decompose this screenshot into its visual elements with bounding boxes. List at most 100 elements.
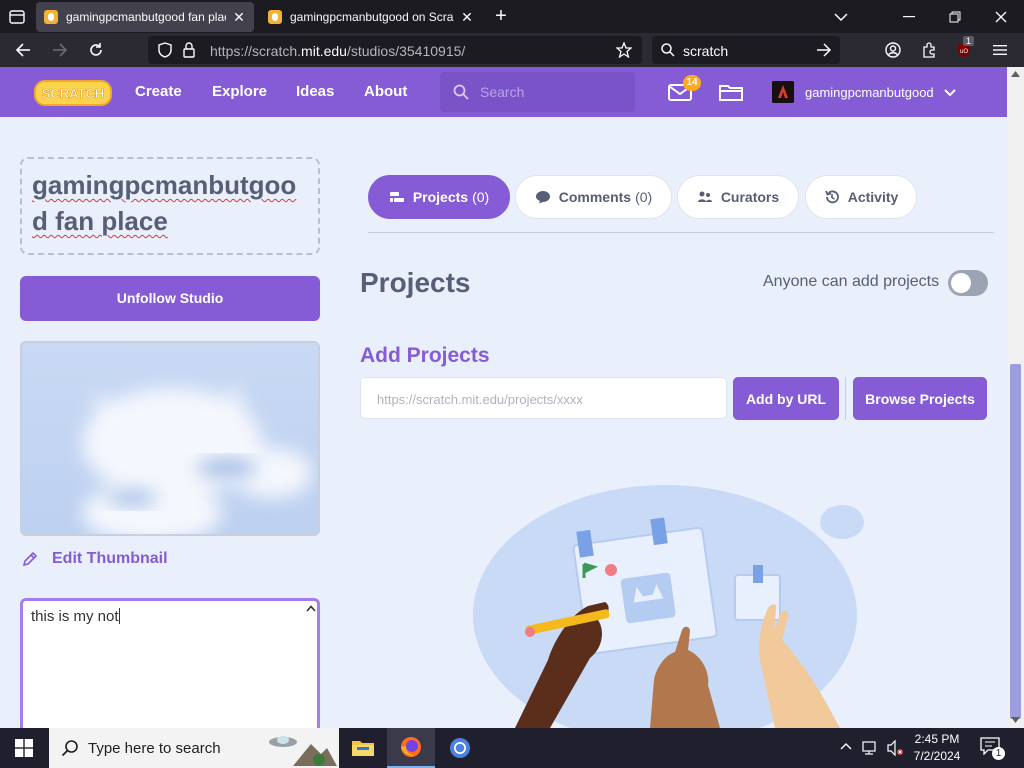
studio-title-field[interactable]: gamingpcmanbutgood fan place <box>20 157 320 255</box>
search-icon <box>61 740 78 757</box>
windows-taskbar: Type here to search 2:45 PM 7/2/2024 1 <box>0 728 1024 768</box>
scratch-favicon-icon <box>44 10 58 24</box>
close-icon <box>995 11 1007 22</box>
folder-icon <box>719 85 743 101</box>
chrome-icon <box>450 738 470 758</box>
tab-list-button[interactable] <box>4 4 30 30</box>
account-button[interactable] <box>880 38 906 62</box>
windows-logo-icon <box>15 739 33 757</box>
scrollbar-thumb[interactable] <box>1010 364 1021 719</box>
browser-tab-active[interactable]: gamingpcmanbutgood fan plac ✕ <box>36 2 254 32</box>
projects-heading: Projects <box>360 267 471 298</box>
arrow-right-icon <box>53 43 68 57</box>
tab-count: (0) <box>472 189 490 205</box>
add-by-url-button[interactable]: Add by URL <box>733 377 839 420</box>
scratch-search-input[interactable]: Search <box>440 72 635 112</box>
close-window-button[interactable] <box>978 0 1024 33</box>
browser-search-value: scratch <box>683 43 729 59</box>
chevron-down-icon[interactable] <box>944 89 956 97</box>
page-scrollbar[interactable] <box>1007 67 1024 728</box>
restore-icon <box>949 11 961 22</box>
network-icon[interactable] <box>862 740 880 756</box>
browser-nav-bar: https://scratch.mit.edu/studios/35410915… <box>0 33 1024 67</box>
username-label[interactable]: gamingpcmanbutgood <box>805 85 934 100</box>
unfollow-studio-button[interactable]: Unfollow Studio <box>20 276 320 321</box>
close-tab-icon[interactable]: ✕ <box>232 9 246 26</box>
scroll-down-icon[interactable] <box>1011 717 1020 723</box>
app-menu-button[interactable] <box>987 38 1013 62</box>
add-projects-heading: Add Projects <box>360 344 490 367</box>
arrow-left-icon <box>15 43 30 57</box>
activity-icon <box>824 190 839 204</box>
projects-icon <box>389 192 404 202</box>
new-tab-button[interactable]: + <box>488 4 514 30</box>
address-bar[interactable]: https://scratch.mit.edu/studios/35410915… <box>148 36 642 64</box>
anyone-can-add-toggle[interactable] <box>948 270 988 296</box>
search-icon <box>661 43 675 57</box>
account-icon <box>885 42 901 58</box>
nav-about[interactable]: About <box>364 83 407 100</box>
empty-projects-illustration <box>470 480 870 745</box>
start-button[interactable] <box>0 728 48 768</box>
tabs-divider <box>368 232 994 233</box>
ublock-extension-button[interactable]: uO 1 <box>951 36 977 62</box>
extensions-button[interactable] <box>916 38 942 62</box>
chevron-down-icon <box>834 12 848 21</box>
forward-button[interactable] <box>47 38 73 62</box>
avatar[interactable] <box>772 81 794 103</box>
nav-ideas[interactable]: Ideas <box>296 83 334 100</box>
project-url-input[interactable]: https://scratch.mit.edu/projects/xxxx <box>360 377 727 419</box>
project-url-placeholder: https://scratch.mit.edu/projects/xxxx <box>377 392 583 407</box>
studio-description-field[interactable]: this is my not <box>20 598 320 738</box>
browser-search-bar[interactable]: scratch <box>652 36 840 64</box>
chrome-app[interactable] <box>436 728 484 768</box>
svg-text:uO: uO <box>960 49 968 55</box>
bookmark-star-icon[interactable] <box>616 42 632 58</box>
tab-comments[interactable]: Comments (0) <box>515 175 672 219</box>
tab-curators[interactable]: Curators <box>677 175 799 219</box>
close-tab-icon[interactable]: ✕ <box>460 9 474 26</box>
my-stuff-button[interactable] <box>718 82 744 107</box>
minimize-button[interactable] <box>886 0 932 33</box>
tab-activity[interactable]: Activity <box>805 175 917 219</box>
folder-icon <box>352 741 374 756</box>
tab-list-icon <box>9 10 25 24</box>
chevron-up-icon[interactable] <box>840 742 852 750</box>
browse-projects-button[interactable]: Browse Projects <box>853 377 987 420</box>
taskbar-clock[interactable]: 2:45 PM 7/2/2024 <box>902 731 972 765</box>
list-all-tabs-button[interactable] <box>818 0 864 33</box>
extension-badge: 1 <box>963 36 975 46</box>
taskbar-search-box[interactable]: Type here to search <box>49 728 339 768</box>
lock-icon[interactable] <box>183 42 195 58</box>
reload-icon <box>90 43 102 56</box>
browser-tab[interactable]: gamingpcmanbutgood on Scra ✕ <box>260 2 482 32</box>
shield-icon[interactable] <box>158 42 172 58</box>
anyone-can-add-label: Anyone can add projects <box>763 273 940 290</box>
description-text: this is my not <box>31 608 120 625</box>
tab-count: (0) <box>635 189 653 205</box>
messages-count-badge: 14 <box>683 75 701 91</box>
nav-explore[interactable]: Explore <box>212 83 267 100</box>
scratch-favicon-icon <box>268 10 282 24</box>
tab-title: gamingpcmanbutgood on Scra <box>290 10 454 24</box>
back-button[interactable] <box>10 38 36 62</box>
scroll-up-icon[interactable] <box>1011 71 1020 77</box>
firefox-app[interactable] <box>387 728 435 768</box>
arrow-right-icon[interactable] <box>816 43 832 57</box>
scratch-cat-cloud-image <box>22 343 318 534</box>
notification-center-button[interactable]: 1 <box>980 737 1005 760</box>
toggle-knob <box>951 273 971 293</box>
url-text: https://scratch.mit.edu/studios/35410915… <box>210 43 466 59</box>
file-explorer-app[interactable] <box>339 728 387 768</box>
scratch-logo[interactable]: SCRATCH <box>34 79 112 107</box>
tab-projects[interactable]: Projects (0) <box>368 175 510 219</box>
edit-thumbnail-button[interactable]: Edit Thumbnail <box>22 550 168 568</box>
reload-button[interactable] <box>83 38 109 62</box>
textarea-scroll-up-icon[interactable] <box>306 605 316 612</box>
nav-create[interactable]: Create <box>135 83 182 100</box>
pencil-icon <box>22 551 38 567</box>
puzzle-icon <box>923 42 935 58</box>
restore-button[interactable] <box>932 0 978 33</box>
firefox-icon <box>401 737 421 757</box>
tab-title: gamingpcmanbutgood fan plac <box>66 10 226 24</box>
